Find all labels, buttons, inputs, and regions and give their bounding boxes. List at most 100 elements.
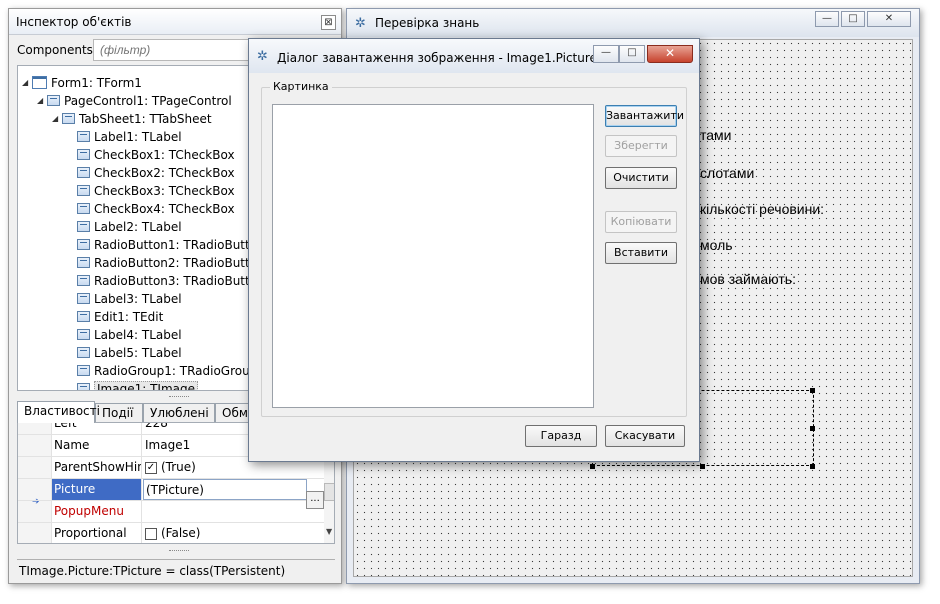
close-icon[interactable]: ✕	[647, 45, 693, 63]
tree-node[interactable]: Label4: TLabel	[67, 326, 182, 344]
component-icon	[77, 293, 90, 304]
checkbox-checked-icon[interactable]: ✓	[145, 461, 157, 474]
form-label[interactable]: тами	[700, 127, 732, 143]
property-name: ParentShowHint	[52, 457, 142, 478]
paste-button[interactable]: Вставити	[605, 242, 677, 264]
ok-button[interactable]: Гаразд	[525, 425, 597, 447]
resize-handle[interactable]	[700, 464, 705, 469]
tab-favorites[interactable]: Улюблені	[143, 403, 215, 423]
resize-handle[interactable]	[810, 464, 815, 469]
load-button[interactable]: Завантажити	[605, 105, 684, 127]
tree-node[interactable]: ◢ PageControl1: TPageControl	[37, 92, 232, 110]
dialog-title-bar[interactable]: ✲ Діалог завантаження зображення - Image…	[249, 39, 699, 73]
inspector-status-bar: TImage.Picture:TPicture = class(TPersist…	[17, 559, 335, 581]
tree-node[interactable]: CheckBox2: TCheckBox	[67, 164, 235, 182]
picture-editor-dialog: ✲ Діалог завантаження зображення - Image…	[248, 38, 700, 462]
tree-node[interactable]: Label2: TLabel	[67, 218, 182, 236]
scrollbar-thumb[interactable]	[324, 483, 334, 501]
save-button[interactable]: Зберегти	[605, 135, 677, 157]
component-icon	[77, 383, 90, 390]
expand-arrow-icon[interactable]: ◢	[37, 92, 47, 110]
tree-node-label: CheckBox4: TCheckBox	[94, 202, 235, 216]
tree-node[interactable]: Edit1: TEdit	[67, 308, 163, 326]
copy-button[interactable]: Копіювати	[605, 211, 677, 233]
tree-node[interactable]: Label3: TLabel	[67, 290, 182, 308]
tree-node-label: Label1: TLabel	[94, 130, 182, 144]
resize-handle[interactable]	[590, 464, 595, 469]
component-icon	[77, 149, 90, 160]
property-row[interactable]: PopupMenu	[18, 501, 334, 523]
tree-node[interactable]: Image1: TImage	[67, 380, 198, 390]
form-label[interactable]: мов займають:	[700, 271, 796, 287]
form-label[interactable]: моль	[700, 237, 733, 253]
property-value-cell[interactable]: (False)	[143, 523, 323, 543]
tab-events[interactable]: Події	[95, 403, 143, 423]
app-gear-icon: ✲	[355, 16, 366, 31]
tree-node[interactable]: ◢ TabSheet1: TTabSheet	[52, 110, 212, 128]
maximize-icon[interactable]: □	[619, 45, 645, 63]
tree-node-label: RadioButton2: TRadioButton	[94, 256, 265, 270]
form-title-bar[interactable]: ✲ Перевірка знань — □ ✕	[347, 9, 919, 37]
scroll-down-icon[interactable]: ▼	[326, 527, 332, 536]
app-gear-icon: ✲	[257, 49, 268, 64]
property-value: (True)	[161, 460, 196, 474]
close-icon[interactable]: ✕	[867, 11, 911, 27]
tree-node[interactable]: CheckBox3: TCheckBox	[67, 182, 235, 200]
tree-node-label: RadioButton1: TRadioButton	[94, 238, 265, 252]
component-icon	[77, 167, 90, 178]
minimize-icon[interactable]: —	[593, 45, 619, 63]
tree-node[interactable]: Label5: TLabel	[67, 344, 182, 362]
tree-node[interactable]: CheckBox4: TCheckBox	[67, 200, 235, 218]
tree-node-label: Label2: TLabel	[94, 220, 182, 234]
property-row[interactable]: Proportional (False)	[18, 523, 334, 543]
tree-node[interactable]: ◢ Form1: TForm1	[22, 74, 142, 92]
property-name: Picture	[52, 479, 142, 500]
property-name: Name	[52, 435, 142, 456]
tree-node-label: Image1: TImage	[94, 381, 198, 390]
resize-handle[interactable]	[810, 426, 815, 431]
splitter-grip[interactable]	[169, 550, 189, 553]
form-label[interactable]: кількості речовини:	[700, 201, 824, 217]
expand-arrow-icon[interactable]: ◢	[22, 74, 32, 92]
inspector-title: Інспектор об'єктів	[16, 15, 132, 29]
tree-node[interactable]: RadioButton3: TRadioButton	[67, 272, 265, 290]
tree-node[interactable]: RadioGroup1: TRadioGroup	[67, 362, 257, 380]
component-icon	[77, 329, 90, 340]
component-icon	[77, 131, 90, 142]
checkbox-unchecked-icon[interactable]	[145, 527, 157, 540]
clear-button[interactable]: Очистити	[605, 167, 677, 189]
property-row-selected[interactable]: Picture (TPicture)	[18, 479, 334, 501]
tree-node[interactable]: Label1: TLabel	[67, 128, 182, 146]
picture-preview	[272, 104, 594, 408]
close-icon[interactable]: ⊠	[321, 15, 336, 30]
tree-node[interactable]: CheckBox1: TCheckBox	[67, 146, 235, 164]
minimize-icon[interactable]: —	[815, 11, 839, 27]
property-value[interactable]	[143, 501, 323, 522]
property-value[interactable]: (TPicture)	[143, 479, 307, 500]
splitter-grip[interactable]	[169, 396, 189, 399]
maximize-icon[interactable]: □	[841, 11, 865, 27]
form-icon	[32, 76, 47, 89]
component-icon	[47, 95, 60, 106]
tab-properties[interactable]: Властивості	[17, 401, 100, 423]
tree-node-label: Edit1: TEdit	[94, 310, 164, 324]
cancel-button[interactable]: Скасувати	[605, 425, 685, 447]
inspector-title-bar[interactable]: Інспектор об'єктів ⊠	[9, 9, 341, 35]
form-title: Перевірка знань	[375, 16, 480, 30]
tree-node-label: RadioGroup1: TRadioGroup	[94, 364, 258, 378]
component-icon	[77, 221, 90, 232]
expand-arrow-icon[interactable]: ◢	[52, 110, 62, 128]
tree-node[interactable]: RadioButton1: TRadioButton	[67, 236, 265, 254]
tree-node-label: Label5: TLabel	[94, 346, 182, 360]
property-value: (False)	[161, 526, 201, 540]
tree-node-label: CheckBox2: TCheckBox	[94, 166, 235, 180]
form-label[interactable]: слотами	[700, 165, 754, 181]
tree-node-label: CheckBox1: TCheckBox	[94, 148, 235, 162]
tree-node-label: Form1: TForm1	[51, 76, 142, 90]
resize-handle[interactable]	[810, 388, 815, 393]
components-label: Components	[17, 43, 93, 57]
tree-node-label: PageControl1: TPageControl	[64, 94, 232, 108]
property-name: Proportional	[52, 523, 142, 543]
component-icon	[77, 185, 90, 196]
tree-node[interactable]: RadioButton2: TRadioButton	[67, 254, 265, 272]
